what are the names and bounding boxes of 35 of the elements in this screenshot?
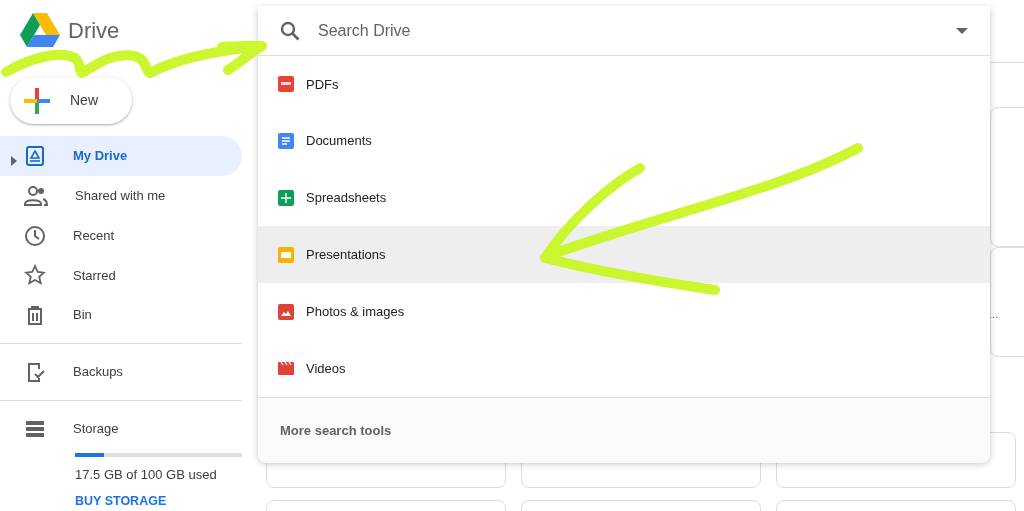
more-search-tools-link[interactable]: More search tools	[280, 420, 392, 441]
buy-storage-link[interactable]: BUY STORAGE	[75, 492, 167, 511]
image-icon	[278, 303, 294, 320]
document-icon	[278, 133, 294, 150]
sidebar-item[interactable]: My Drive	[0, 136, 242, 176]
presentation-icon	[278, 246, 294, 263]
sidebar-item[interactable]: Bin	[0, 295, 242, 336]
expand-caret-icon[interactable]	[10, 155, 18, 166]
sidebar-item[interactable]: Shared with me	[0, 175, 242, 216]
sidebar-item[interactable]: Starred	[0, 255, 242, 296]
sidebar-item[interactable]: Backups	[0, 352, 242, 392]
storage-usage-text: 17.5 GB of 100 GB used	[75, 465, 218, 484]
dropdown-caret-icon[interactable]	[956, 27, 968, 34]
drive-logo-icon	[20, 13, 60, 48]
new-button[interactable]: New	[10, 76, 132, 125]
star-icon	[24, 264, 46, 287]
people-icon	[24, 184, 48, 207]
menu-item[interactable]: Videos	[258, 340, 990, 397]
search-field[interactable]: Search Drive	[316, 17, 956, 44]
spreadsheet-icon	[278, 190, 294, 206]
film-icon	[278, 360, 294, 377]
pdf-file-icon	[278, 76, 294, 93]
menu-item[interactable]: Spreadsheets	[258, 169, 990, 227]
menu-item[interactable]: Documents	[258, 112, 990, 170]
search-icon[interactable]	[280, 20, 300, 41]
menu-item[interactable]: Photos & images	[258, 283, 990, 340]
storage-item[interactable]: Storage	[0, 408, 242, 449]
sidebar-item[interactable]: Recent	[0, 215, 242, 256]
logo-text: Drive	[68, 17, 120, 45]
file-name-text: …	[988, 307, 999, 322]
clock-icon	[24, 224, 46, 247]
menu-item[interactable]: PDFs	[258, 56, 990, 113]
menu-item[interactable]: Presentations	[258, 226, 990, 284]
drive-icon	[24, 144, 46, 167]
plus-icon	[24, 87, 50, 114]
